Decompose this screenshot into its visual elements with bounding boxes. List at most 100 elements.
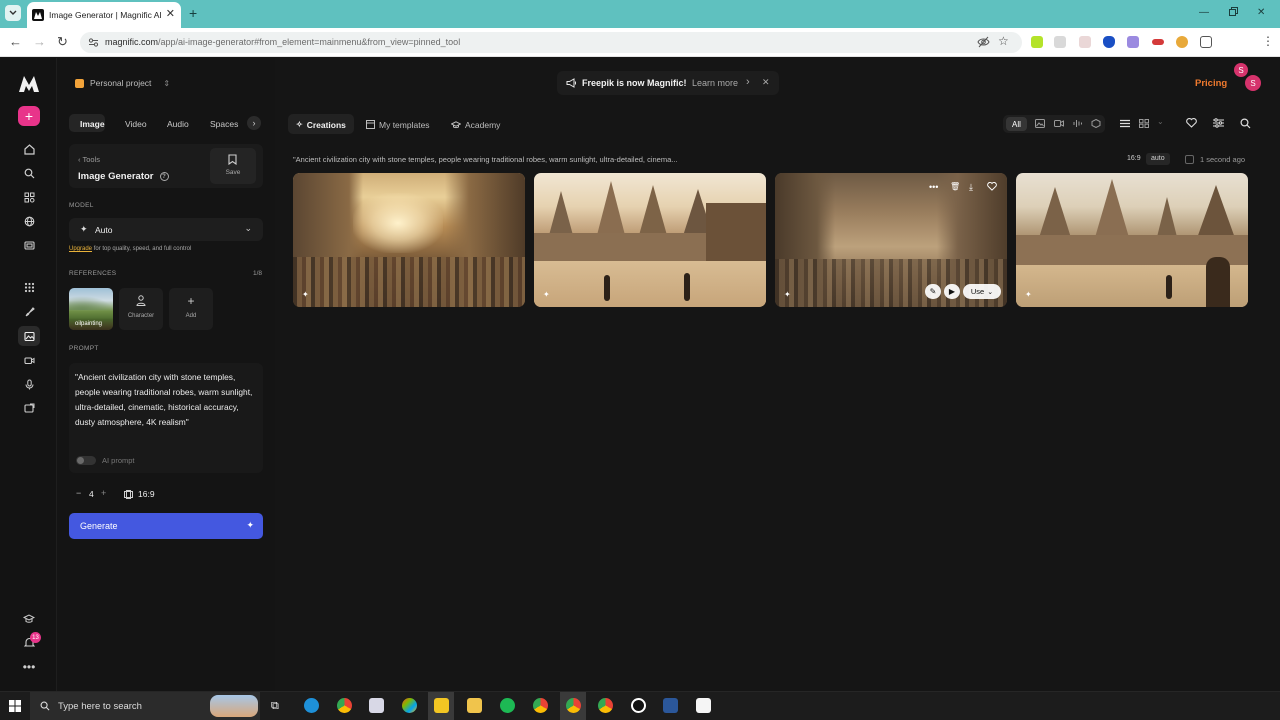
tab-academy[interactable]: Academy: [451, 118, 500, 131]
task-view-icon[interactable]: ⧉: [271, 700, 279, 713]
generated-image-3[interactable]: ••• 🗑 ⤓ ✎ ▶ Use ⌄ ✦: [775, 173, 1007, 307]
word-icon[interactable]: [663, 698, 678, 713]
globe-icon[interactable]: [22, 214, 36, 228]
image-3-favorite-icon[interactable]: [987, 182, 997, 191]
chrome-window-icon[interactable]: [598, 698, 613, 713]
banner-close-icon[interactable]: ✕: [762, 77, 770, 88]
tab-creations[interactable]: ✧ Creations: [296, 118, 346, 131]
minimize-window-button[interactable]: —: [1199, 7, 1209, 18]
search-icon[interactable]: [22, 166, 36, 180]
mode-tab-video[interactable]: Video: [125, 119, 147, 129]
model-select[interactable]: ✦ Auto ⌄: [69, 218, 263, 241]
file-explorer-icon[interactable]: [467, 698, 482, 713]
reference-character-button[interactable]: Character: [119, 288, 163, 330]
extension-red-icon[interactable]: [1152, 39, 1164, 45]
video-icon[interactable]: [22, 353, 36, 367]
creation-prompt-preview[interactable]: "Ancient civilization city with stone te…: [293, 155, 678, 164]
edit-image-icon[interactable]: [22, 401, 36, 415]
pricing-link[interactable]: Pricing: [1195, 78, 1227, 89]
image-3-edit-icon[interactable]: ✎: [925, 284, 941, 299]
extension-purple-icon[interactable]: [1127, 36, 1139, 48]
app-icon-bird[interactable]: [369, 698, 384, 713]
windows-start-icon[interactable]: [9, 700, 21, 712]
forward-arrow-icon[interactable]: →: [33, 35, 46, 49]
spotify-icon[interactable]: [500, 698, 515, 713]
upgrade-link[interactable]: Upgrade: [69, 246, 92, 252]
favorites-heart-icon[interactable]: [1186, 118, 1197, 128]
reference-oilpainting[interactable]: oilpainting: [69, 288, 113, 330]
extension-blue-shield-icon[interactable]: [1103, 36, 1115, 48]
eye-off-icon[interactable]: [977, 36, 990, 48]
grid-tools-icon[interactable]: [22, 280, 36, 294]
create-new-button[interactable]: +: [18, 106, 40, 126]
extension-shield-icon[interactable]: [1079, 36, 1091, 48]
browser-menu-icon[interactable]: ⋮: [1262, 34, 1274, 48]
filter-all[interactable]: All: [1006, 117, 1027, 131]
chrome-icon[interactable]: [337, 698, 352, 713]
site-info-icon[interactable]: [88, 37, 99, 48]
sticky-notes-icon[interactable]: [434, 698, 449, 713]
image-generator-nav-active[interactable]: [18, 326, 40, 346]
new-tab-button[interactable]: +: [189, 6, 197, 20]
filter-audio-icon[interactable]: [1073, 119, 1083, 128]
help-icon[interactable]: ?: [159, 172, 169, 181]
increment-count-button[interactable]: +: [101, 488, 106, 498]
list-view-icon[interactable]: [1120, 119, 1130, 128]
save-button[interactable]: Save: [210, 148, 256, 184]
filter-3d-icon[interactable]: [1091, 119, 1101, 128]
close-window-button[interactable]: ✕: [1257, 7, 1265, 18]
apps-icon[interactable]: [22, 190, 36, 204]
mode-tab-audio[interactable]: Audio: [167, 119, 189, 129]
mode-tab-image[interactable]: Image: [80, 119, 105, 129]
search-creations-icon[interactable]: [1240, 118, 1251, 129]
browser-profile-avatar[interactable]: S: [1234, 63, 1248, 77]
filters-sliders-icon[interactable]: [1213, 118, 1224, 128]
chrome-profile-icon[interactable]: [533, 698, 548, 713]
mode-tab-spaces[interactable]: Spaces: [210, 119, 238, 129]
tab-my-templates[interactable]: My templates: [366, 118, 430, 131]
address-bar[interactable]: magnific.com/app/ai-image-generator#from…: [80, 32, 1022, 53]
reload-icon[interactable]: ↻: [57, 35, 68, 49]
generate-button[interactable]: Generate ✦: [69, 513, 263, 539]
browser-tab-active[interactable]: Image Generator | Magnific AI ✕: [27, 2, 181, 28]
extension-pen-icon[interactable]: [1054, 36, 1066, 48]
image-3-use-button[interactable]: Use ⌄: [963, 284, 1001, 299]
copilot-icon[interactable]: [402, 698, 417, 713]
extensions-puzzle-icon[interactable]: [1200, 36, 1212, 48]
tab-search-button[interactable]: [5, 5, 21, 21]
ai-prompt-toggle[interactable]: [76, 456, 96, 465]
home-icon[interactable]: [22, 142, 36, 156]
aspect-ratio-selector[interactable]: 16:9: [124, 489, 155, 499]
folder-icon[interactable]: [22, 238, 36, 252]
project-selector[interactable]: Personal project ⇕: [75, 78, 170, 88]
magnific-logo[interactable]: [19, 76, 39, 92]
recorder-icon[interactable]: [631, 698, 646, 713]
extension-green-icon[interactable]: [1031, 36, 1043, 48]
capcut-icon[interactable]: [696, 698, 711, 713]
academy-cap-icon[interactable]: [22, 612, 36, 626]
extension-cookie-icon[interactable]: [1176, 36, 1188, 48]
image-3-video-icon[interactable]: ▶: [944, 284, 960, 299]
close-tab-icon[interactable]: ✕: [166, 9, 175, 20]
generated-image-4[interactable]: ✦: [1016, 173, 1248, 307]
image-3-download-icon[interactable]: ⤓: [969, 182, 973, 193]
restore-window-button[interactable]: [1229, 7, 1238, 16]
filter-video-icon[interactable]: [1054, 119, 1064, 128]
image-3-delete-icon[interactable]: 🗑: [950, 182, 960, 191]
breadcrumb[interactable]: ‹ Tools: [78, 155, 100, 164]
image-3-more-icon[interactable]: •••: [929, 182, 938, 192]
mode-tabs-next-icon[interactable]: ›: [247, 116, 261, 130]
user-avatar[interactable]: S: [1245, 75, 1261, 91]
more-options-icon[interactable]: •••: [22, 660, 36, 674]
bookmark-star-icon[interactable]: ☆: [998, 34, 1009, 48]
edge-icon[interactable]: [304, 698, 319, 713]
view-options-chevron-icon[interactable]: ⌄: [1157, 117, 1164, 126]
banner-learn-more-link[interactable]: Learn more: [692, 78, 738, 88]
taskbar-search-box[interactable]: Type here to search: [30, 692, 260, 720]
microphone-icon[interactable]: [22, 377, 36, 391]
prompt-textarea[interactable]: "Ancient civilization city with stone te…: [69, 363, 263, 473]
back-arrow-icon[interactable]: ←: [9, 35, 22, 49]
generated-image-1[interactable]: ✦: [293, 173, 525, 307]
brush-icon[interactable]: [22, 305, 36, 319]
grid-view-icon[interactable]: [1139, 119, 1149, 128]
